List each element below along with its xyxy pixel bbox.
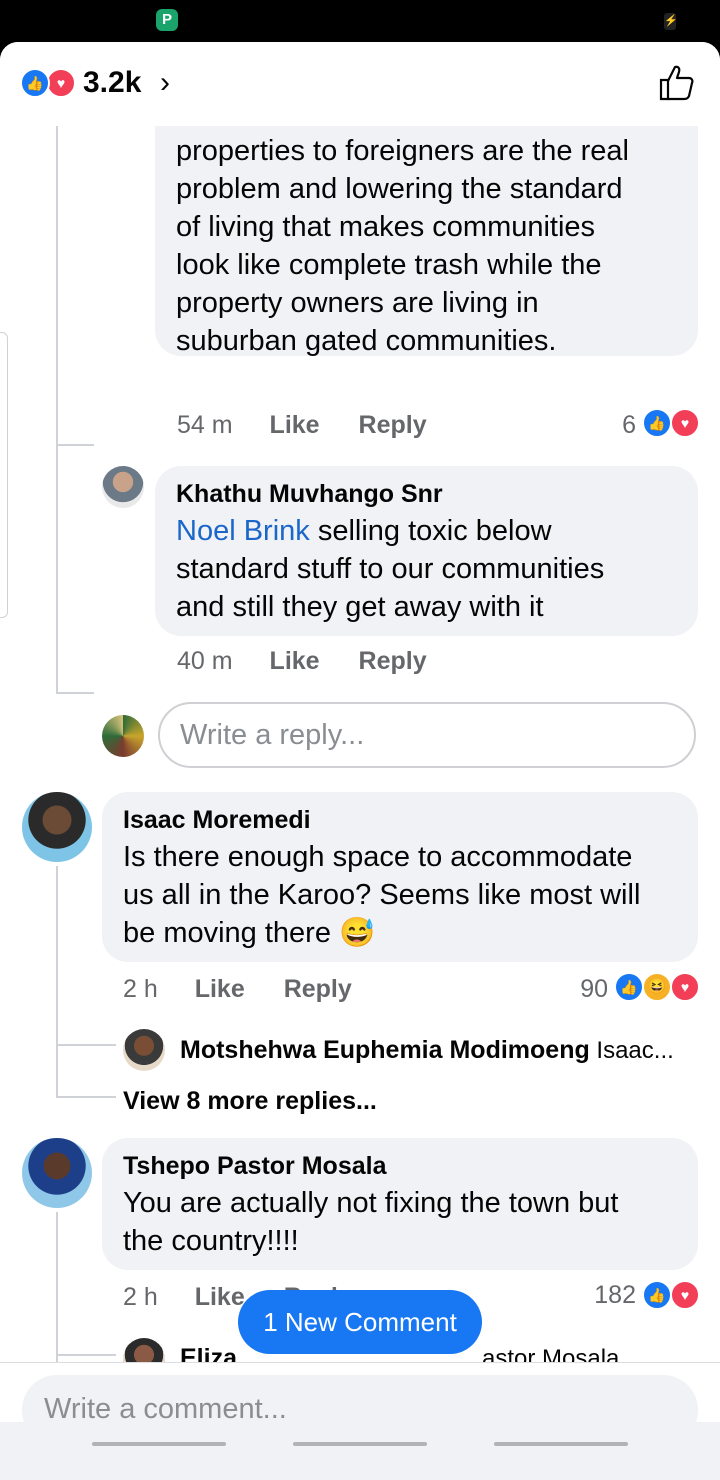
- battery-charging-icon: ⚡: [664, 13, 678, 30]
- comment-list[interactable]: properties to foreigners are the real pr…: [0, 126, 720, 1362]
- mention-link[interactable]: Noel Brink: [176, 515, 310, 547]
- reply-preview[interactable]: Motshehwa Euphemia Modimoeng Isaac...: [180, 1036, 674, 1065]
- reply-author: Motshehwa Euphemia Modimoeng: [180, 1036, 590, 1064]
- thread-branch: [56, 444, 94, 446]
- like-button[interactable]: Like: [195, 1283, 245, 1311]
- love-icon: ♥: [670, 408, 700, 438]
- comment-author[interactable]: Tshepo Pastor Mosala: [123, 1152, 387, 1181]
- like-button[interactable]: Like: [195, 975, 245, 1003]
- thread-line: [56, 866, 58, 1098]
- reaction-count[interactable]: 182: [576, 1281, 636, 1310]
- comment-text: properties to foreigners are the real pr…: [176, 135, 629, 357]
- like-button[interactable]: Like: [270, 411, 320, 439]
- chevron-right-icon[interactable]: ›: [160, 66, 170, 100]
- like-icon: 👍: [614, 972, 644, 1002]
- reply-button[interactable]: Reply: [359, 647, 427, 675]
- comment-text: You are actually not fixing the town but…: [123, 1187, 619, 1257]
- reaction-summary[interactable]: 👍 ♥: [20, 68, 78, 98]
- nav-recents[interactable]: [92, 1442, 226, 1446]
- new-comment-button[interactable]: 1 New Comment: [238, 1290, 482, 1354]
- like-post-button[interactable]: [658, 64, 694, 102]
- avatar[interactable]: [102, 466, 144, 508]
- reply-author: Eliza: [180, 1344, 237, 1362]
- comment-actions: 2 h Like Reply: [123, 975, 352, 1004]
- comment-author[interactable]: Isaac Moremedi: [123, 806, 311, 835]
- thumbs-up-icon: [659, 65, 694, 101]
- reply-snippet: Isaac...: [589, 1037, 674, 1064]
- comment-actions: 54 m Like Reply: [177, 411, 427, 440]
- thread-branch: [56, 692, 94, 694]
- system-nav-bar: [0, 1422, 720, 1480]
- reply-input[interactable]: Write a reply...: [158, 702, 696, 768]
- comment-author[interactable]: Khathu Muvhango Snr: [176, 480, 443, 509]
- like-icon: 👍: [642, 408, 672, 438]
- reply-button[interactable]: Reply: [284, 975, 352, 1003]
- comment-time: 2 h: [123, 1283, 158, 1311]
- comment-actions: 40 m Like Reply: [177, 647, 427, 676]
- nav-back[interactable]: [494, 1442, 628, 1446]
- reply-preview-snippet[interactable]: astor Mosala ...: [482, 1344, 646, 1362]
- reaction-count[interactable]: 90: [560, 975, 608, 1004]
- love-icon: ♥: [670, 1280, 700, 1310]
- comment-bubble[interactable]: Tshepo Pastor Mosala You are actually no…: [102, 1138, 698, 1270]
- thread-branch: [56, 1096, 116, 1098]
- avatar[interactable]: [123, 1029, 165, 1071]
- comment-time: 40 m: [177, 647, 233, 675]
- comment-text: Is there enough space to accommodate us …: [123, 841, 641, 949]
- comment-bubble[interactable]: Khathu Muvhango Snr Noel Brink selling t…: [155, 466, 698, 636]
- love-icon: ♥: [670, 972, 700, 1002]
- scrollbar[interactable]: [0, 332, 8, 618]
- view-more-replies[interactable]: View 8 more replies...: [123, 1087, 377, 1116]
- like-button[interactable]: Like: [270, 647, 320, 675]
- like-icon: 👍: [642, 1280, 672, 1310]
- haha-icon: 😆: [642, 972, 672, 1002]
- comment-text: Noel Brink selling toxic below standard …: [176, 515, 605, 623]
- comment-time: 54 m: [177, 411, 233, 439]
- reaction-count[interactable]: 6: [596, 411, 636, 440]
- thread-branch: [56, 1354, 116, 1356]
- avatar[interactable]: [22, 792, 92, 862]
- love-icon: ♥: [46, 68, 76, 98]
- comment-bubble[interactable]: Isaac Moremedi Is there enough space to …: [102, 792, 698, 962]
- avatar[interactable]: [22, 1138, 92, 1208]
- nav-home[interactable]: [293, 1442, 427, 1446]
- thread-line: [56, 1212, 58, 1362]
- comments-sheet: 👍 ♥ 3.2k › properties to foreigners are …: [0, 42, 720, 1480]
- comments-header: 👍 ♥ 3.2k ›: [0, 42, 720, 126]
- comment-time: 2 h: [123, 975, 158, 1003]
- app-notification-icon: P: [156, 9, 178, 31]
- user-avatar: [102, 715, 144, 757]
- status-bar: P ⚡: [0, 0, 720, 42]
- like-icon: 👍: [20, 68, 50, 98]
- reply-snippet: astor Mosala ...: [482, 1345, 647, 1362]
- comment-bubble[interactable]: properties to foreigners are the real pr…: [155, 126, 698, 357]
- thread-branch: [56, 1044, 116, 1046]
- reaction-count[interactable]: 3.2k: [83, 66, 141, 100]
- reply-placeholder: Write a reply...: [180, 719, 365, 751]
- reply-button[interactable]: Reply: [359, 411, 427, 439]
- avatar[interactable]: [123, 1338, 165, 1362]
- reply-preview[interactable]: Eliza: [180, 1344, 237, 1362]
- thread-line: [56, 126, 58, 694]
